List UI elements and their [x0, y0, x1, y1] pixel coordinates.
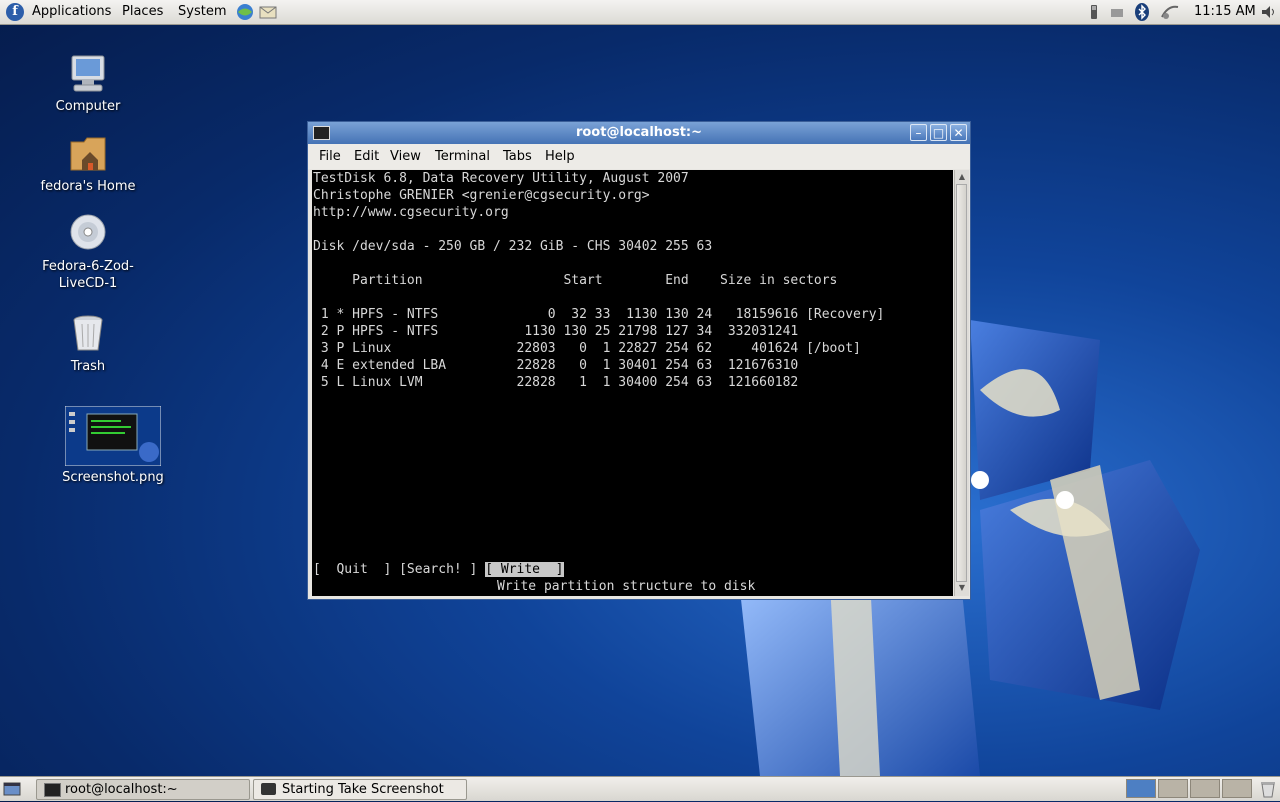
menu-system[interactable]: System [178, 0, 226, 24]
minimize-button[interactable]: – [910, 124, 927, 141]
menu-edit[interactable]: Edit [354, 144, 379, 169]
desktop-icon-home[interactable]: fedora's Home [38, 132, 138, 195]
trash-applet-icon[interactable] [1260, 780, 1276, 798]
camera-task-icon [261, 783, 276, 795]
scrollbar-thumb[interactable] [956, 184, 967, 582]
window-title: root@localhost:~ [575, 125, 703, 140]
search-action[interactable]: [Search! ] [399, 562, 477, 577]
quit-action[interactable]: [ Quit ] [313, 562, 391, 577]
top-panel: f Applications Places System 11:15 AM [0, 0, 1280, 25]
volume-icon[interactable] [1260, 3, 1278, 21]
desktop-icon-trash[interactable]: Trash [38, 312, 138, 375]
desktop-icon-label: fedora's Home [40, 179, 136, 194]
desktop-icon-livecd[interactable]: Fedora-6-Zod-LiveCD-1 [33, 212, 143, 292]
terminal-line: Christophe GRENIER <grenier@cgsecurity.o… [313, 188, 650, 203]
partition-row: 4 E extended LBA 22828 0 1 30401 254 63 … [313, 358, 799, 373]
cd-icon [68, 212, 108, 256]
clock[interactable]: 11:15 AM [1194, 0, 1256, 24]
maximize-button[interactable]: □ [930, 124, 947, 141]
partition-row: 5 L Linux LVM 22828 1 1 30400 254 63 121… [313, 375, 799, 390]
menu-tabs[interactable]: Tabs [503, 144, 532, 169]
desktop-icon-label: Trash [70, 359, 106, 374]
scroll-up-icon[interactable]: ▲ [956, 171, 968, 183]
action-hint: Write partition structure to disk [497, 579, 756, 594]
bottom-panel: root@localhost:~ Starting Take Screensho… [0, 776, 1280, 801]
screenshot-thumbnail [64, 405, 162, 467]
task-screenshot[interactable]: Starting Take Screenshot [253, 779, 467, 800]
bluetooth-icon[interactable] [1133, 3, 1151, 21]
window-titlebar[interactable]: root@localhost:~ – □ ✕ [308, 122, 970, 144]
workspace-4[interactable] [1222, 779, 1252, 798]
terminal-line: http://www.cgsecurity.org [313, 205, 509, 220]
folder-tray-icon[interactable] [1110, 3, 1124, 21]
workspace-2[interactable] [1158, 779, 1188, 798]
workspace-3[interactable] [1190, 779, 1220, 798]
disk-info: Disk /dev/sda - 250 GB / 232 GiB - CHS 3… [313, 239, 713, 254]
partition-table-header: Partition Start End Size in sectors [313, 273, 838, 288]
terminal-screen[interactable]: TestDisk 6.8, Data Recovery Utility, Aug… [312, 170, 953, 596]
menu-file[interactable]: File [319, 144, 341, 169]
computer-icon [68, 52, 108, 96]
task-label: Starting Take Screenshot [282, 782, 444, 797]
partition-row: 2 P HPFS - NTFS 1130 130 25 21798 127 34… [313, 324, 799, 339]
partition-row: 3 P Linux 22803 0 1 22827 254 62 401624 … [313, 341, 861, 356]
task-terminal[interactable]: root@localhost:~ [36, 779, 250, 800]
partition-row: 1 * HPFS - NTFS 0 32 33 1130 130 24 1815… [313, 307, 885, 322]
terminal-line: TestDisk 6.8, Data Recovery Utility, Aug… [313, 171, 689, 186]
menu-help[interactable]: Help [545, 144, 575, 169]
workspace-1[interactable] [1126, 779, 1156, 798]
desktop-icon-label: Fedora-6-Zod-LiveCD-1 [42, 259, 134, 291]
home-folder-icon [68, 132, 108, 176]
desktop-icon-screenshot[interactable]: Screenshot.png [58, 405, 168, 486]
task-label: root@localhost:~ [65, 782, 178, 797]
fedora-logo-icon[interactable]: f [6, 3, 24, 21]
network-manager-icon[interactable] [1160, 3, 1180, 21]
terminal-menubar: File Edit View Terminal Tabs Help [308, 144, 970, 169]
email-launcher-icon[interactable] [258, 3, 278, 21]
desktop-icon-label: Computer [55, 99, 121, 114]
terminal-task-icon [44, 783, 61, 797]
desktop-icon-computer[interactable]: Computer [38, 52, 138, 115]
menu-view[interactable]: View [390, 144, 421, 169]
menu-terminal[interactable]: Terminal [435, 144, 490, 169]
menu-places[interactable]: Places [122, 0, 163, 24]
action-bar: [ Quit ] [Search! ] [ Write ] [313, 561, 564, 578]
menu-applications[interactable]: Applications [32, 0, 111, 24]
write-action[interactable]: [ Write ] [485, 562, 564, 577]
terminal-window: root@localhost:~ – □ ✕ File Edit View Te… [307, 121, 971, 600]
terminal-scrollbar[interactable]: ▲ ▼ [954, 170, 969, 596]
scroll-down-icon[interactable]: ▼ [956, 582, 968, 594]
web-browser-launcher-icon[interactable] [235, 3, 255, 21]
show-desktop-icon[interactable] [2, 780, 22, 798]
network-status-icon[interactable] [1088, 3, 1100, 21]
desktop-icon-label: Screenshot.png [62, 470, 164, 485]
trash-icon [68, 312, 108, 356]
close-button[interactable]: ✕ [950, 124, 967, 141]
